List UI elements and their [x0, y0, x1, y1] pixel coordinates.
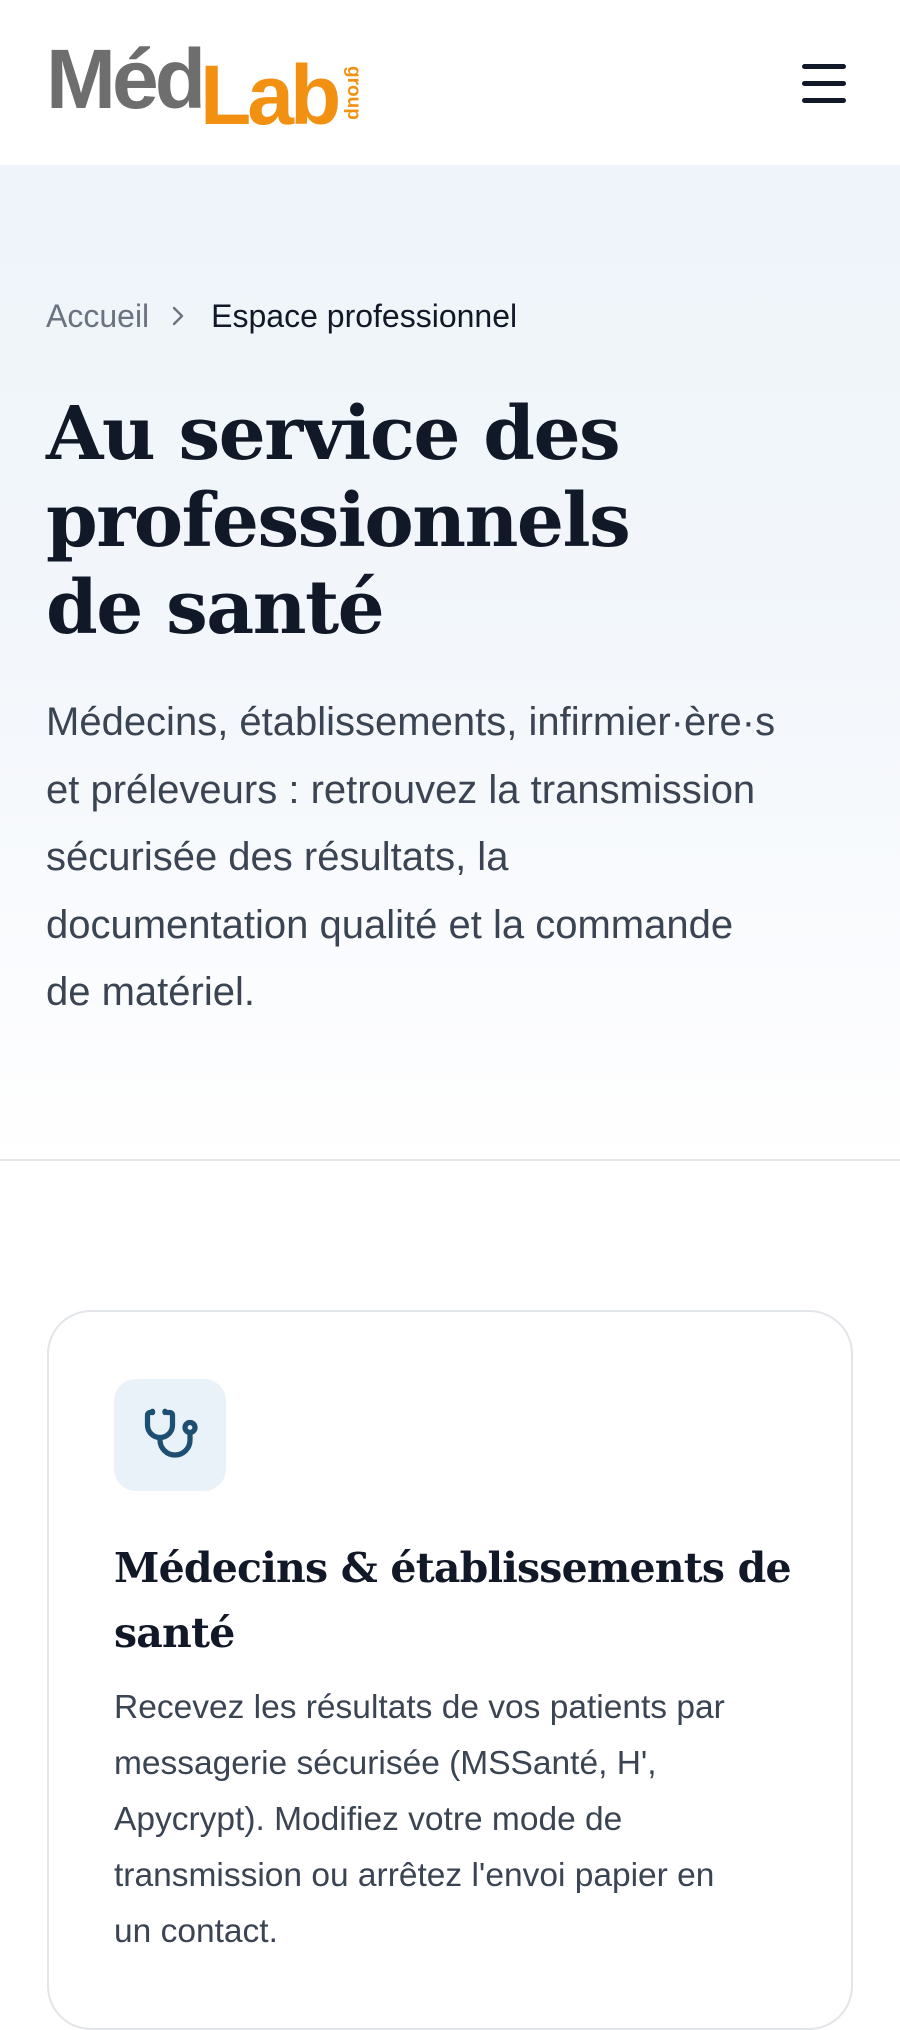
page-title-line: Au service des — [46, 391, 621, 477]
svg-text:Méd: Méd — [46, 36, 202, 126]
chevron-right-icon — [167, 305, 189, 327]
card-title-line: santé — [114, 1609, 235, 1657]
medlab-group-logo[interactable]: Méd Lab group — [46, 36, 376, 131]
hero-description-line: Médecins, établissements, infirmier·ère·… — [46, 700, 776, 744]
doctors-establishments-card[interactable]: Médecins & établissements de santé Recev… — [47, 1310, 853, 2030]
card-title-line: Médecins & établissements de — [114, 1544, 792, 1592]
card-description: Recevez les résultats de vos patients pa… — [114, 1680, 814, 1960]
page-title-line: de santé — [46, 565, 385, 651]
card-title: Médecins & établissements de santé — [114, 1536, 814, 1666]
hero-description: Médecins, établissements, infirmier·ère·… — [46, 689, 866, 1027]
stethoscope-icon — [114, 1379, 226, 1491]
site-header: Méd Lab group — [0, 0, 900, 165]
breadcrumb-current: Espace professionnel — [211, 297, 518, 334]
breadcrumb: Accueil Espace professionnel — [46, 296, 517, 336]
hero-section: Accueil Espace professionnel Au service … — [0, 165, 900, 1161]
hero-description-line: et préleveurs : retrouvez la transmissio… — [46, 767, 756, 812]
card-description-line: un contact. — [114, 1913, 278, 1950]
page-title-line: professionnels — [46, 478, 631, 564]
breadcrumb-home-link[interactable]: Accueil — [46, 298, 149, 335]
hero-description-line: sécurisée des résultats, la — [46, 835, 509, 879]
page-title: Au service des professionnels de santé — [46, 391, 846, 652]
svg-text:group: group — [343, 66, 364, 120]
hero-description-line: de matériel. — [46, 970, 255, 1014]
card-description-line: transmission ou arrêtez l'envoi papier e… — [114, 1857, 715, 1894]
card-description-line: Recevez les résultats de vos patients pa… — [114, 1689, 725, 1726]
hero-description-line: documentation qualité et la commande — [46, 902, 734, 947]
hamburger-menu-icon[interactable] — [796, 58, 852, 108]
card-description-line: Apycrypt). Modifiez votre mode de — [114, 1801, 623, 1838]
svg-text:Lab: Lab — [200, 48, 338, 131]
card-description-line: messagerie sécurisée (MSSanté, H', — [114, 1745, 657, 1782]
